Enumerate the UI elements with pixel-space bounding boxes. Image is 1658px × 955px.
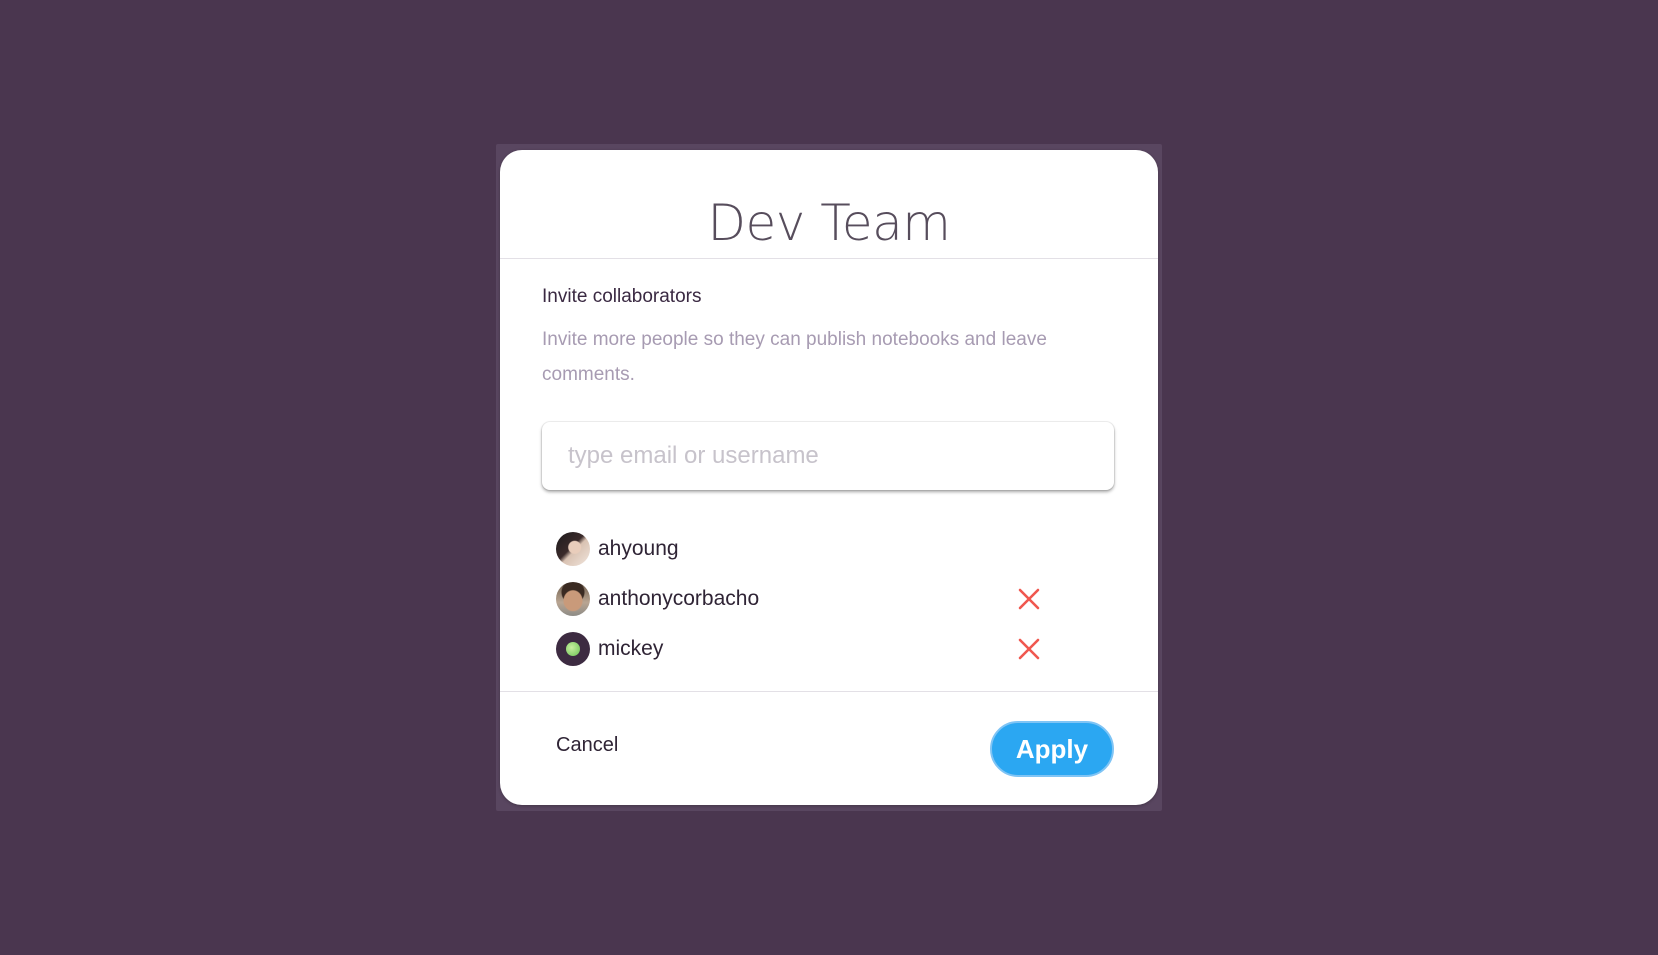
collaborator-name: ahyoung: [598, 537, 679, 560]
header-divider: [500, 258, 1158, 259]
collaborators-dialog: Dev Team Invite collaborators Invite mor…: [500, 150, 1158, 805]
collaborator-row: anthonycorbacho: [556, 574, 1076, 624]
collaborator-row: ahyoung: [556, 524, 1076, 574]
section-heading: Invite collaborators: [542, 286, 702, 307]
avatar: [556, 632, 590, 666]
collaborator-name: anthonycorbacho: [598, 587, 760, 610]
collaborator-row: mickey: [556, 624, 1076, 674]
apply-button[interactable]: Apply: [990, 721, 1114, 777]
avatar: [556, 532, 590, 566]
collaborator-name: mickey: [598, 637, 664, 660]
close-icon[interactable]: [1018, 588, 1040, 610]
close-icon[interactable]: [1018, 638, 1040, 660]
cancel-button[interactable]: Cancel: [556, 734, 618, 757]
avatar: [556, 582, 590, 616]
section-description: Invite more people so they can publish n…: [542, 329, 1047, 385]
invite-input[interactable]: [542, 422, 1114, 490]
footer-divider: [500, 691, 1158, 692]
dialog-title: Dev Team: [707, 194, 951, 252]
collaborator-list: ahyoung anthonycorbacho mickey: [556, 524, 1076, 674]
